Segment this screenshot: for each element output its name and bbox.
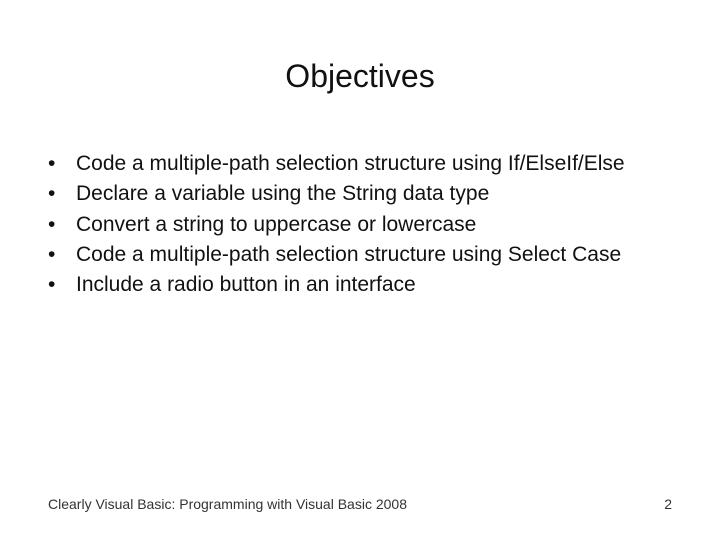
slide-footer: Clearly Visual Basic: Programming with V… [48, 496, 672, 512]
slide-content: Code a multiple-path selection structure… [48, 150, 672, 302]
slide-title: Objectives [0, 58, 720, 95]
bullet-item: Include a radio button in an interface [48, 271, 672, 299]
bullet-item: Code a multiple-path selection structure… [48, 241, 672, 269]
bullet-item: Code a multiple-path selection structure… [48, 150, 672, 178]
bullet-item: Convert a string to uppercase or lowerca… [48, 211, 672, 239]
slide: Objectives Code a multiple-path selectio… [0, 0, 720, 540]
bullet-list: Code a multiple-path selection structure… [48, 150, 672, 300]
bullet-item: Declare a variable using the String data… [48, 180, 672, 208]
page-number: 2 [664, 496, 672, 512]
footer-text: Clearly Visual Basic: Programming with V… [48, 496, 407, 512]
